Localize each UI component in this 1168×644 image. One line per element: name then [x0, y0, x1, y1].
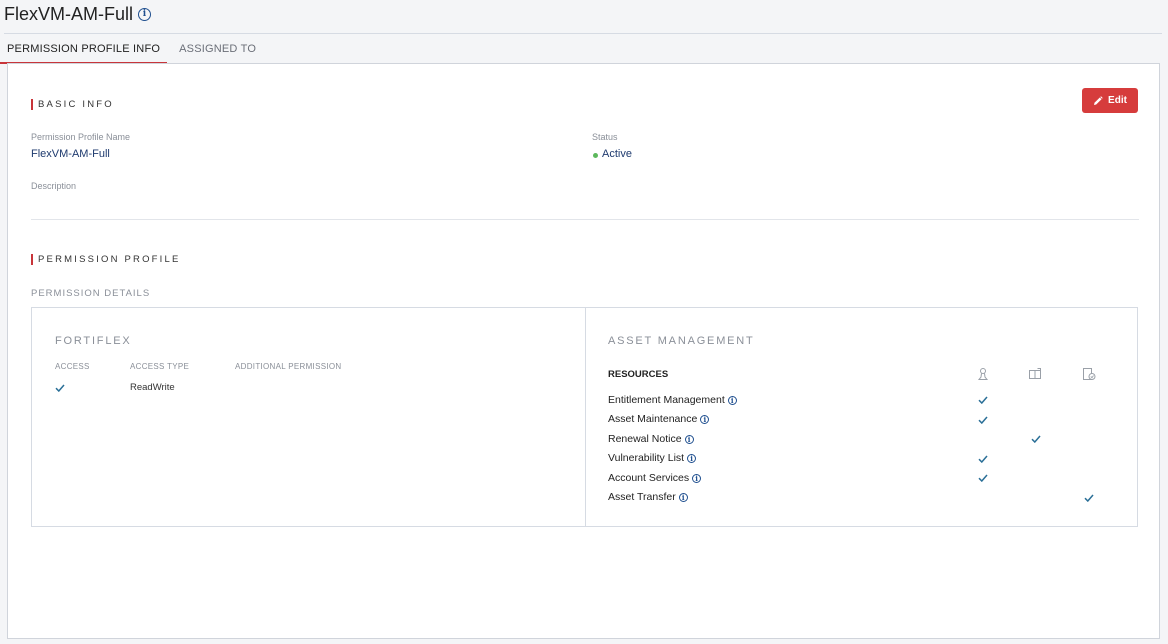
edit-button[interactable]: Edit [1082, 88, 1138, 113]
status-dot [593, 153, 598, 158]
profile-card: BASIC INFO Edit Permission Profile Name … [7, 63, 1160, 639]
access-type-value: ReadWrite [130, 382, 175, 393]
profile-name-value: FlexVM-AM-Full [31, 148, 110, 160]
status-value: Active [602, 148, 632, 160]
info-icon[interactable]: i [678, 492, 688, 502]
edit-button-label: Edit [1108, 95, 1127, 106]
asset-management-title: ASSET MANAGEMENT [608, 335, 755, 347]
tab-bar: PERMISSION PROFILE INFO ASSIGNED TO [0, 36, 263, 64]
resource-label: Renewal Notice [608, 433, 682, 445]
check-icon [978, 474, 988, 482]
column-additional-permission: ADDITIONAL PERMISSION [235, 362, 342, 371]
user-icon [977, 368, 989, 380]
info-icon[interactable]: i [138, 7, 151, 21]
edit-icon [1083, 368, 1096, 380]
resource-label: Entitlement Management [608, 394, 725, 406]
info-icon[interactable]: i [727, 395, 737, 405]
title-divider [4, 33, 1162, 34]
resource-label: Vulnerability List [608, 452, 685, 464]
status-label: Status [592, 132, 618, 142]
fortiflex-title: FORTIFLEX [55, 335, 132, 347]
page-title-text: FlexVM-AM-Full [4, 4, 133, 24]
pencil-icon [1094, 95, 1103, 105]
profile-name-label: Permission Profile Name [31, 132, 131, 142]
check-icon [1031, 435, 1041, 443]
column-access: ACCESS [55, 362, 90, 371]
resource-account-services: Account Services i [608, 472, 702, 484]
info-icon[interactable]: i [684, 434, 694, 444]
resource-renewal-notice: Renewal Notice i [608, 433, 694, 445]
column-access-type: ACCESS TYPE [130, 362, 190, 371]
resource-vulnerability-list: Vulnerability List i [608, 452, 697, 464]
resource-label: Asset Transfer [608, 491, 676, 503]
description-label: Description [31, 181, 77, 191]
read-only-icon [1029, 368, 1041, 379]
check-icon [1084, 494, 1094, 502]
check-icon [978, 416, 988, 424]
page-title: FlexVM-AM-Full i [4, 3, 151, 25]
resource-label: Asset Maintenance [608, 413, 698, 425]
basic-info-heading: BASIC INFO [31, 99, 114, 110]
resource-asset-maintenance: Asset Maintenance i [608, 413, 710, 425]
permission-profile-heading: PERMISSION PROFILE [31, 254, 181, 265]
permission-details-label: PERMISSION DETAILS [31, 288, 151, 299]
panel-divider [585, 308, 586, 526]
info-icon[interactable]: i [700, 414, 710, 424]
resource-entitlement-management: Entitlement Management i [608, 394, 737, 406]
resource-asset-transfer: Asset Transfer i [608, 491, 688, 503]
permission-details-box: FORTIFLEX ACCESS ACCESS TYPE ADDITIONAL … [31, 307, 1138, 527]
section-divider [31, 219, 1139, 220]
tab-assigned-to[interactable]: ASSIGNED TO [172, 36, 263, 64]
info-icon[interactable]: i [692, 473, 702, 483]
tab-permission-profile-info[interactable]: PERMISSION PROFILE INFO [0, 36, 168, 64]
info-icon[interactable]: i [687, 453, 697, 463]
check-icon [55, 384, 65, 392]
check-icon [978, 396, 988, 404]
check-icon [978, 455, 988, 463]
resource-label: Account Services [608, 472, 690, 484]
resources-heading: RESOURCES [608, 369, 669, 380]
